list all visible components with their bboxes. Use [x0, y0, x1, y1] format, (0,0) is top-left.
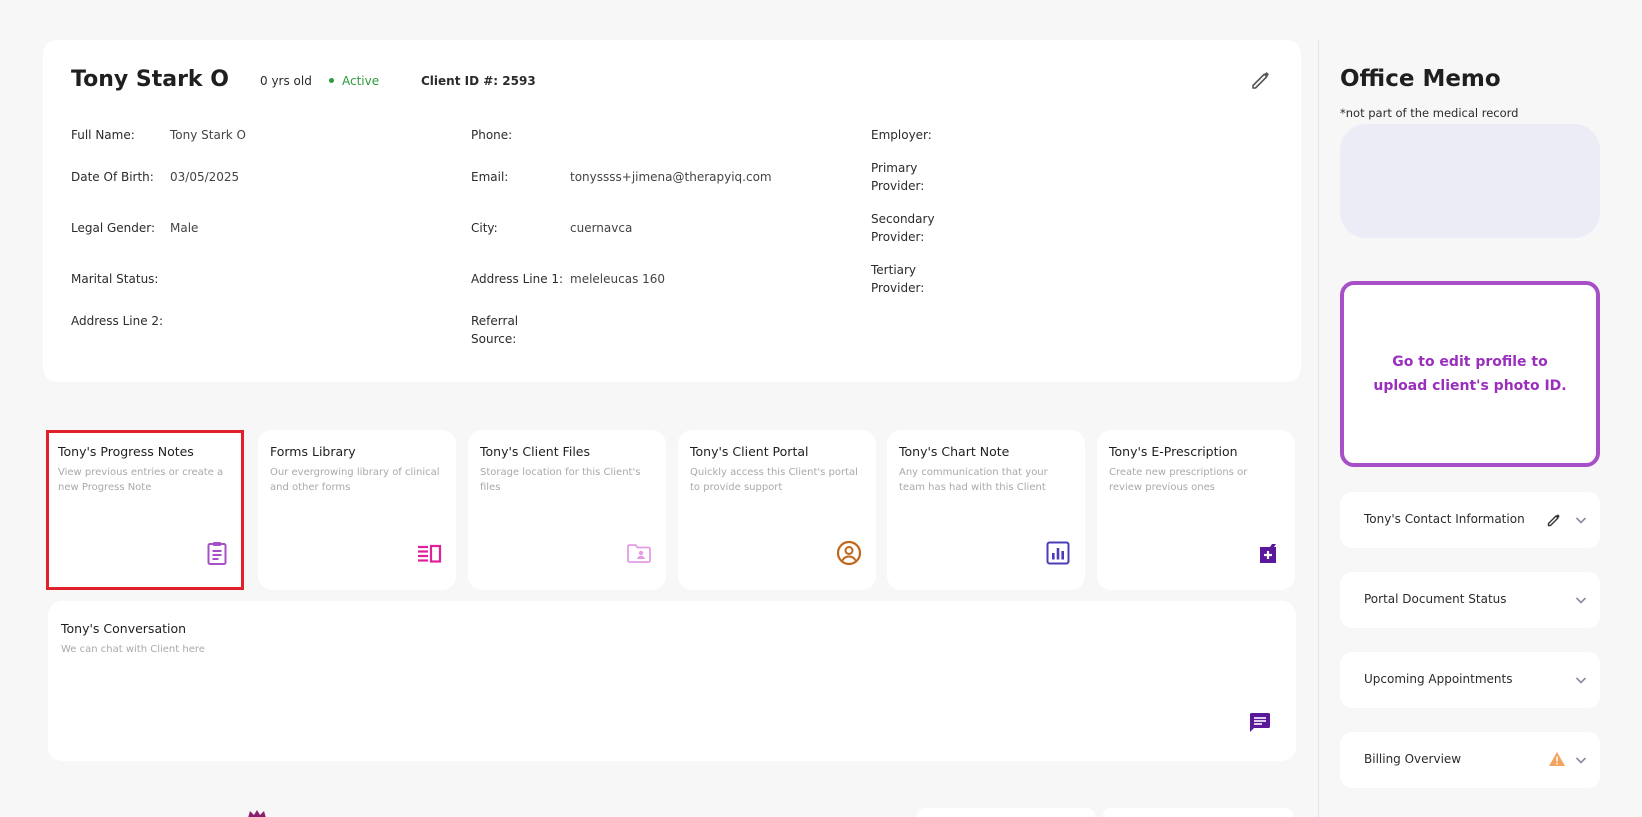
- chevron-down-icon: [1575, 677, 1587, 684]
- chevron-down-icon: [1575, 597, 1587, 604]
- photo-id-message: Go to edit profile to upload client's ph…: [1373, 354, 1567, 394]
- client-id: Client ID #: 2593: [421, 74, 536, 88]
- edit-profile-button[interactable]: [1249, 68, 1273, 92]
- tile-description: View previous entries or create a new Pr…: [58, 467, 224, 493]
- accordion-portal-document-status[interactable]: Portal Document Status: [1340, 572, 1600, 628]
- chevron-down-icon: [1575, 517, 1587, 524]
- tile-client-files[interactable]: Tony's Client Files Storage location for…: [468, 430, 666, 590]
- status-label: Active: [342, 74, 380, 88]
- tile-description: Create new prescriptions or review previ…: [1109, 467, 1248, 493]
- bottom-card-partial: [917, 808, 1095, 817]
- tile-description: Quickly access this Client's portal to p…: [690, 467, 858, 493]
- sidebar-divider: [1318, 40, 1319, 817]
- status-dot-icon: [329, 78, 334, 83]
- client-profile-card: Tony Stark O 0 yrs old Active Client ID …: [43, 40, 1301, 382]
- office-memo-input[interactable]: [1340, 124, 1600, 238]
- pencil-icon[interactable]: [1546, 512, 1562, 528]
- tile-description: Storage location for this Client's files: [480, 467, 641, 493]
- crown-icon: [248, 810, 266, 817]
- accordion-label: Billing Overview: [1364, 752, 1462, 766]
- tile-forms-library[interactable]: Forms Library Our evergrowing library of…: [258, 430, 456, 590]
- client-name: Tony Stark O: [71, 67, 229, 92]
- conversation-panel[interactable]: Tony's Conversation We can chat with Cli…: [48, 601, 1296, 761]
- photo-id-upload[interactable]: Go to edit profile to upload client's ph…: [1340, 281, 1600, 467]
- pencil-icon: [1252, 72, 1269, 89]
- office-memo-note: *not part of the medical record: [1340, 106, 1519, 120]
- client-age: 0 yrs old: [260, 74, 312, 88]
- tile-title: Tony's Progress Notes: [58, 444, 194, 459]
- chart-icon: [1046, 541, 1070, 565]
- accordion-label: Tony's Contact Information: [1364, 512, 1525, 526]
- prescription-icon: [1260, 544, 1276, 563]
- tile-title: Forms Library: [270, 444, 356, 459]
- user-circle-icon: [836, 540, 862, 566]
- tile-description: Our evergrowing library of clinical and …: [270, 467, 440, 493]
- tile-description: Any communication that your team has had…: [899, 467, 1048, 493]
- bottom-card-partial: [1103, 808, 1293, 817]
- conversation-title: Tony's Conversation: [61, 621, 187, 636]
- chevron-down-icon: [1575, 757, 1587, 764]
- status-badge: Active: [329, 74, 379, 88]
- tile-chart-note[interactable]: Tony's Chart Note Any communication that…: [887, 430, 1085, 590]
- warning-icon: [1549, 752, 1565, 766]
- accordion-upcoming-appointments[interactable]: Upcoming Appointments: [1340, 652, 1600, 708]
- tile-title: Tony's Client Files: [480, 444, 590, 459]
- tile-title: Tony's E-Prescription: [1109, 444, 1238, 459]
- accordion-label: Portal Document Status: [1364, 592, 1507, 606]
- client-id-label: Client ID #:: [421, 74, 499, 88]
- client-id-value: 2593: [502, 74, 536, 88]
- clipboard-icon: [207, 542, 227, 565]
- tile-client-portal[interactable]: Tony's Client Portal Quickly access this…: [678, 430, 876, 590]
- tile-progress-notes[interactable]: Tony's Progress Notes View previous entr…: [46, 430, 244, 590]
- accordion-billing-overview[interactable]: Billing Overview: [1340, 732, 1600, 788]
- accordion-contact-information[interactable]: Tony's Contact Information: [1340, 492, 1600, 548]
- tile-e-prescription[interactable]: Tony's E-Prescription Create new prescri…: [1097, 430, 1295, 590]
- office-memo-title: Office Memo: [1340, 66, 1501, 92]
- forms-icon: [418, 544, 442, 563]
- chat-icon: [1250, 713, 1270, 732]
- conversation-description: We can chat with Client here: [61, 644, 205, 655]
- tile-title: Tony's Client Portal: [690, 444, 809, 459]
- tile-title: Tony's Chart Note: [899, 444, 1010, 459]
- accordion-label: Upcoming Appointments: [1364, 672, 1513, 686]
- folder-icon: [627, 544, 651, 563]
